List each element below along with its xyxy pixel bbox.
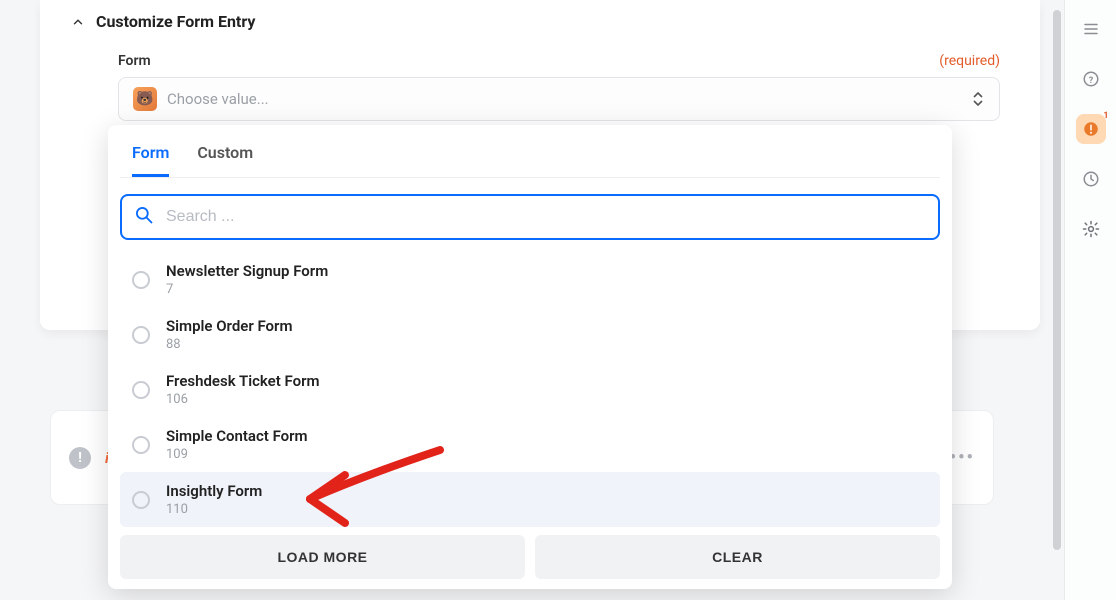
radio-icon (132, 326, 150, 344)
search-container (120, 194, 940, 240)
menu-icon[interactable] (1076, 14, 1106, 44)
form-dropdown-panel: Form Custom Newsletter Signup Form 7 Sim… (108, 125, 952, 589)
scrollbar[interactable] (1053, 10, 1061, 590)
svg-text:?: ? (1088, 76, 1093, 86)
radio-icon (132, 381, 150, 399)
section-title: Customize Form Entry (96, 12, 255, 31)
tab-custom[interactable]: Custom (197, 143, 253, 177)
select-placeholder: Choose value... (167, 90, 961, 108)
radio-icon (132, 271, 150, 289)
help-icon[interactable]: ? (1076, 64, 1106, 94)
option-insightly-form[interactable]: Insightly Form 110 (120, 472, 940, 527)
field-label-form: Form (118, 53, 151, 69)
clear-button[interactable]: CLEAR (535, 535, 940, 579)
search-input[interactable] (166, 208, 926, 226)
option-simple-order-form[interactable]: Simple Order Form 88 (120, 307, 940, 362)
radio-icon (132, 491, 150, 509)
warning-icon: ! (69, 447, 91, 469)
scrollbar-thumb[interactable] (1053, 10, 1061, 550)
chevron-up-icon[interactable] (70, 14, 86, 30)
option-newsletter-signup-form[interactable]: Newsletter Signup Form 7 (120, 252, 940, 307)
alert-icon[interactable]: 1 (1076, 114, 1106, 144)
annotation-arrow (285, 435, 455, 535)
tab-form[interactable]: Form (132, 143, 169, 177)
gear-icon[interactable] (1076, 214, 1106, 244)
clock-icon[interactable] (1076, 164, 1106, 194)
more-icon[interactable]: ••• (950, 447, 975, 468)
option-simple-contact-form[interactable]: Simple Contact Form 109 (120, 417, 940, 472)
right-rail: ? 1 (1064, 0, 1116, 600)
radio-icon (132, 436, 150, 454)
alert-badge: 1 (1103, 111, 1108, 121)
search-icon (134, 205, 154, 229)
option-list: Newsletter Signup Form 7 Simple Order Fo… (120, 252, 940, 527)
required-indicator: (required) (939, 53, 1000, 69)
form-select-trigger[interactable]: 🐻 Choose value... (118, 77, 1000, 121)
sort-arrows-icon (971, 92, 985, 106)
load-more-button[interactable]: LOAD MORE (120, 535, 525, 579)
option-freshdesk-ticket-form[interactable]: Freshdesk Ticket Form 106 (120, 362, 940, 417)
app-icon: 🐻 (133, 87, 157, 111)
